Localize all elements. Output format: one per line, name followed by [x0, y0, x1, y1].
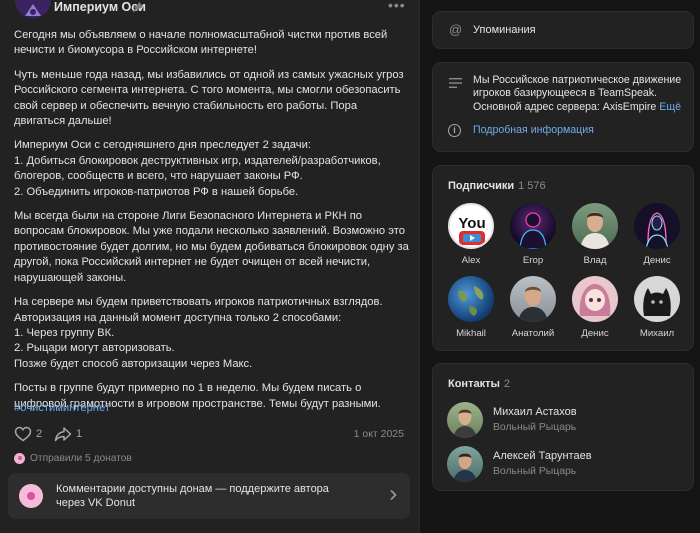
post-paragraph: Сегодня мы объявляем о начале полномасшт…: [14, 29, 388, 57]
share-button[interactable]: 1: [54, 425, 82, 443]
share-count: 1: [76, 428, 83, 440]
subscriber-name: Анатолий: [511, 328, 555, 339]
donut-banner[interactable]: Комментарии доступны донам — поддержите …: [8, 473, 410, 519]
contact-avatar: [447, 402, 483, 438]
contact-role: Вольный Рыцарь: [493, 422, 577, 433]
contact-item[interactable]: Михаил Астахов Вольный Рыцарь: [447, 402, 687, 438]
subscriber-name: Влад: [583, 255, 607, 266]
post: Империум Оси ••• Сегодня мы объявляем о …: [0, 0, 420, 533]
black-cat-icon: [634, 276, 680, 322]
post-paragraph: Империум Оси с сегодняшнего дня преследу…: [14, 139, 381, 198]
subscriber-item[interactable]: Mikhail: [442, 276, 500, 339]
detailed-info-link[interactable]: Подробная информация: [473, 124, 594, 136]
chevron-right-icon: [390, 489, 397, 501]
contacts-header[interactable]: Контакты 2: [448, 378, 510, 390]
profile-photo-icon: [510, 276, 556, 322]
pin-icon: [132, 2, 143, 13]
post-date[interactable]: 1 окт 2025: [354, 428, 404, 440]
subscriber-item[interactable]: Влад: [566, 203, 624, 266]
donut-banner-text: Комментарии доступны донам — поддержите …: [56, 483, 329, 509]
contacts-card: Контакты 2 Михаил Астахов Вольный Рыцарь …: [432, 363, 694, 491]
subscriber-name: Михаил: [639, 328, 675, 339]
mentions-label: Упоминания: [473, 24, 536, 36]
contacts-count: 2: [503, 378, 510, 390]
subscribers-title: Подписчики: [448, 180, 515, 192]
subscriber-name: Mikhail: [456, 328, 486, 339]
post-actions: 2 1 1 окт 2025: [14, 425, 410, 443]
like-count: 2: [36, 428, 43, 440]
profile-photo-icon: [572, 203, 618, 249]
neon-portrait-icon: [634, 203, 680, 249]
hashtag-link[interactable]: #очистиминтернет: [14, 402, 110, 414]
donuts-summary[interactable]: Отправили 5 донатов: [14, 451, 132, 465]
post-header: Империум Оси •••: [10, 0, 410, 18]
subscriber-name: Денис: [581, 328, 609, 339]
svg-text:You: You: [458, 215, 485, 232]
subscribers-card: Подписчики 1 576 You Alex Егор Влад Дени…: [432, 165, 694, 351]
post-paragraph: Мы всегда были на стороне Лиги Безопасно…: [14, 210, 409, 284]
subscriber-item[interactable]: Анатолий: [504, 276, 562, 339]
contact-avatar: [447, 446, 483, 482]
subscriber-name: Денис: [643, 255, 671, 266]
contact-role: Вольный Рыцарь: [493, 466, 577, 477]
post-paragraph: На сервере мы будем приветствовать игрок…: [14, 296, 383, 370]
subscriber-item[interactable]: Денис: [628, 203, 686, 266]
subscriber-item[interactable]: You Alex: [442, 203, 500, 266]
contact-name: Михаил Астахов: [493, 406, 577, 418]
group-description: Мы Российское патриотическое движение иг…: [473, 74, 687, 114]
post-paragraph: Чуть меньше года назад, мы избавились от…: [14, 68, 404, 128]
subscriber-item[interactable]: Михаил: [628, 276, 686, 339]
info-icon: i: [448, 124, 461, 137]
contact-item[interactable]: Алексей Тарунтаев Вольный Рыцарь: [447, 446, 687, 482]
more-options-icon[interactable]: •••: [388, 0, 405, 12]
share-arrow-icon: [54, 427, 72, 442]
group-description-text: Мы Российское патриотическое движение иг…: [473, 74, 682, 113]
subscriber-name: Alex: [461, 255, 481, 266]
donut-icon: [14, 452, 25, 464]
subscriber-item[interactable]: Денис: [566, 276, 624, 339]
at-sign-icon: @: [449, 22, 463, 37]
neon-figure-icon: [510, 203, 556, 249]
contact-name: Алексей Тарунтаев: [493, 450, 592, 462]
donuts-text: Отправили 5 донатов: [30, 452, 132, 464]
about-card: Мы Российское патриотическое движение иг…: [432, 62, 694, 152]
subscriber-item[interactable]: Егор: [504, 203, 562, 266]
like-button[interactable]: 2: [14, 425, 42, 443]
text-lines-icon: [449, 78, 462, 88]
subscribers-count: 1 576: [518, 180, 546, 192]
anime-girl-icon: [572, 276, 618, 322]
earth-planet-icon: [448, 276, 494, 322]
subscribers-header[interactable]: Подписчики 1 576: [448, 180, 546, 192]
post-text: Сегодня мы объявляем о начале полномасшт…: [14, 28, 410, 421]
subscriber-name: Егор: [522, 255, 544, 266]
contacts-title: Контакты: [448, 378, 500, 390]
youtube-logo-icon: You: [448, 203, 494, 249]
mentions-card[interactable]: @ Упоминания: [432, 11, 694, 49]
read-more-link[interactable]: Ещё: [659, 101, 681, 113]
vk-donut-icon: [19, 484, 43, 508]
group-avatar[interactable]: [15, 0, 51, 18]
heart-icon: [14, 426, 32, 442]
